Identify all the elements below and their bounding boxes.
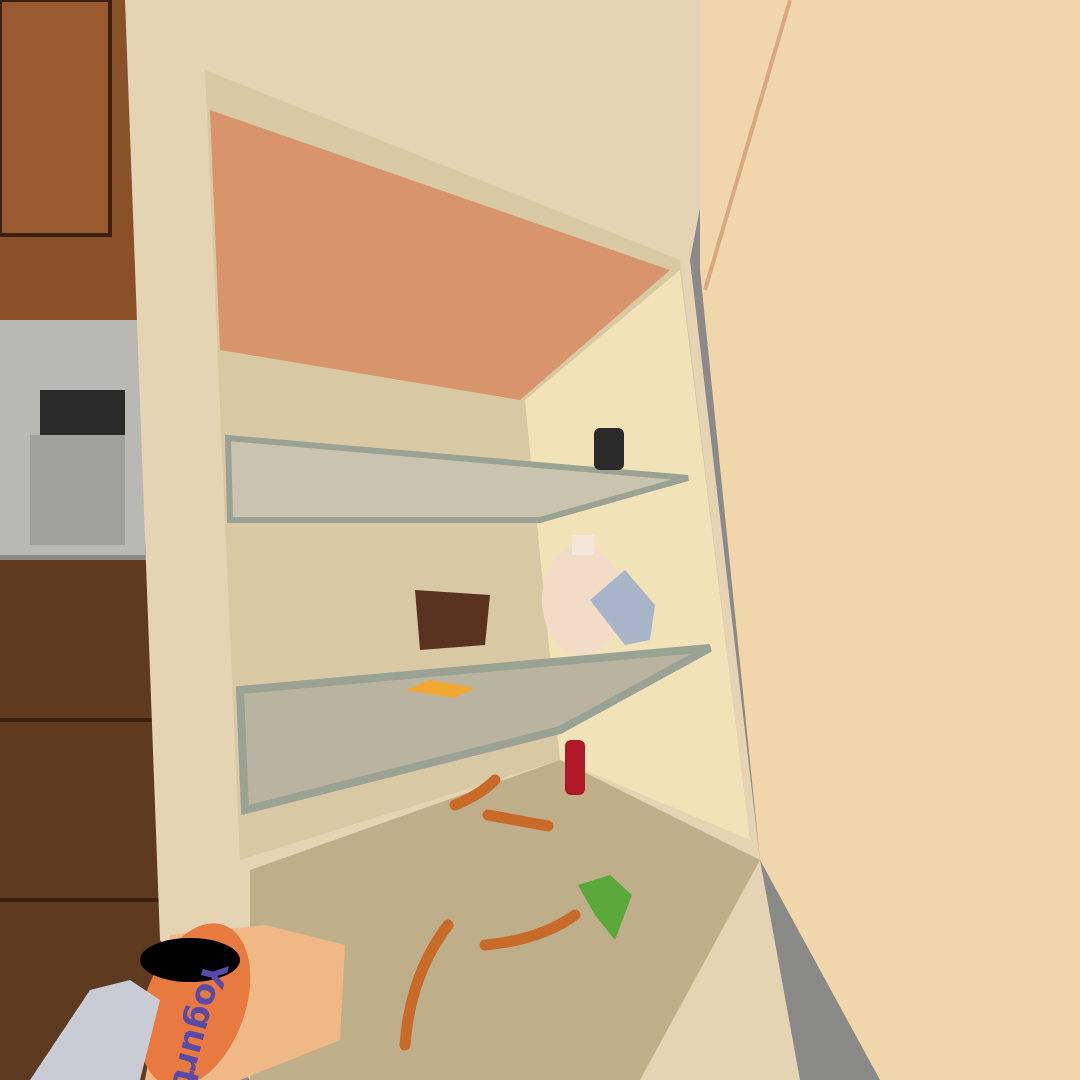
dark-can[interactable] bbox=[594, 428, 624, 470]
microwave[interactable] bbox=[0, 320, 145, 555]
game-viewport[interactable]: Yogurt bbox=[0, 0, 1080, 1080]
soda-bottle[interactable] bbox=[565, 740, 585, 795]
chocolate-cake[interactable] bbox=[415, 590, 490, 650]
